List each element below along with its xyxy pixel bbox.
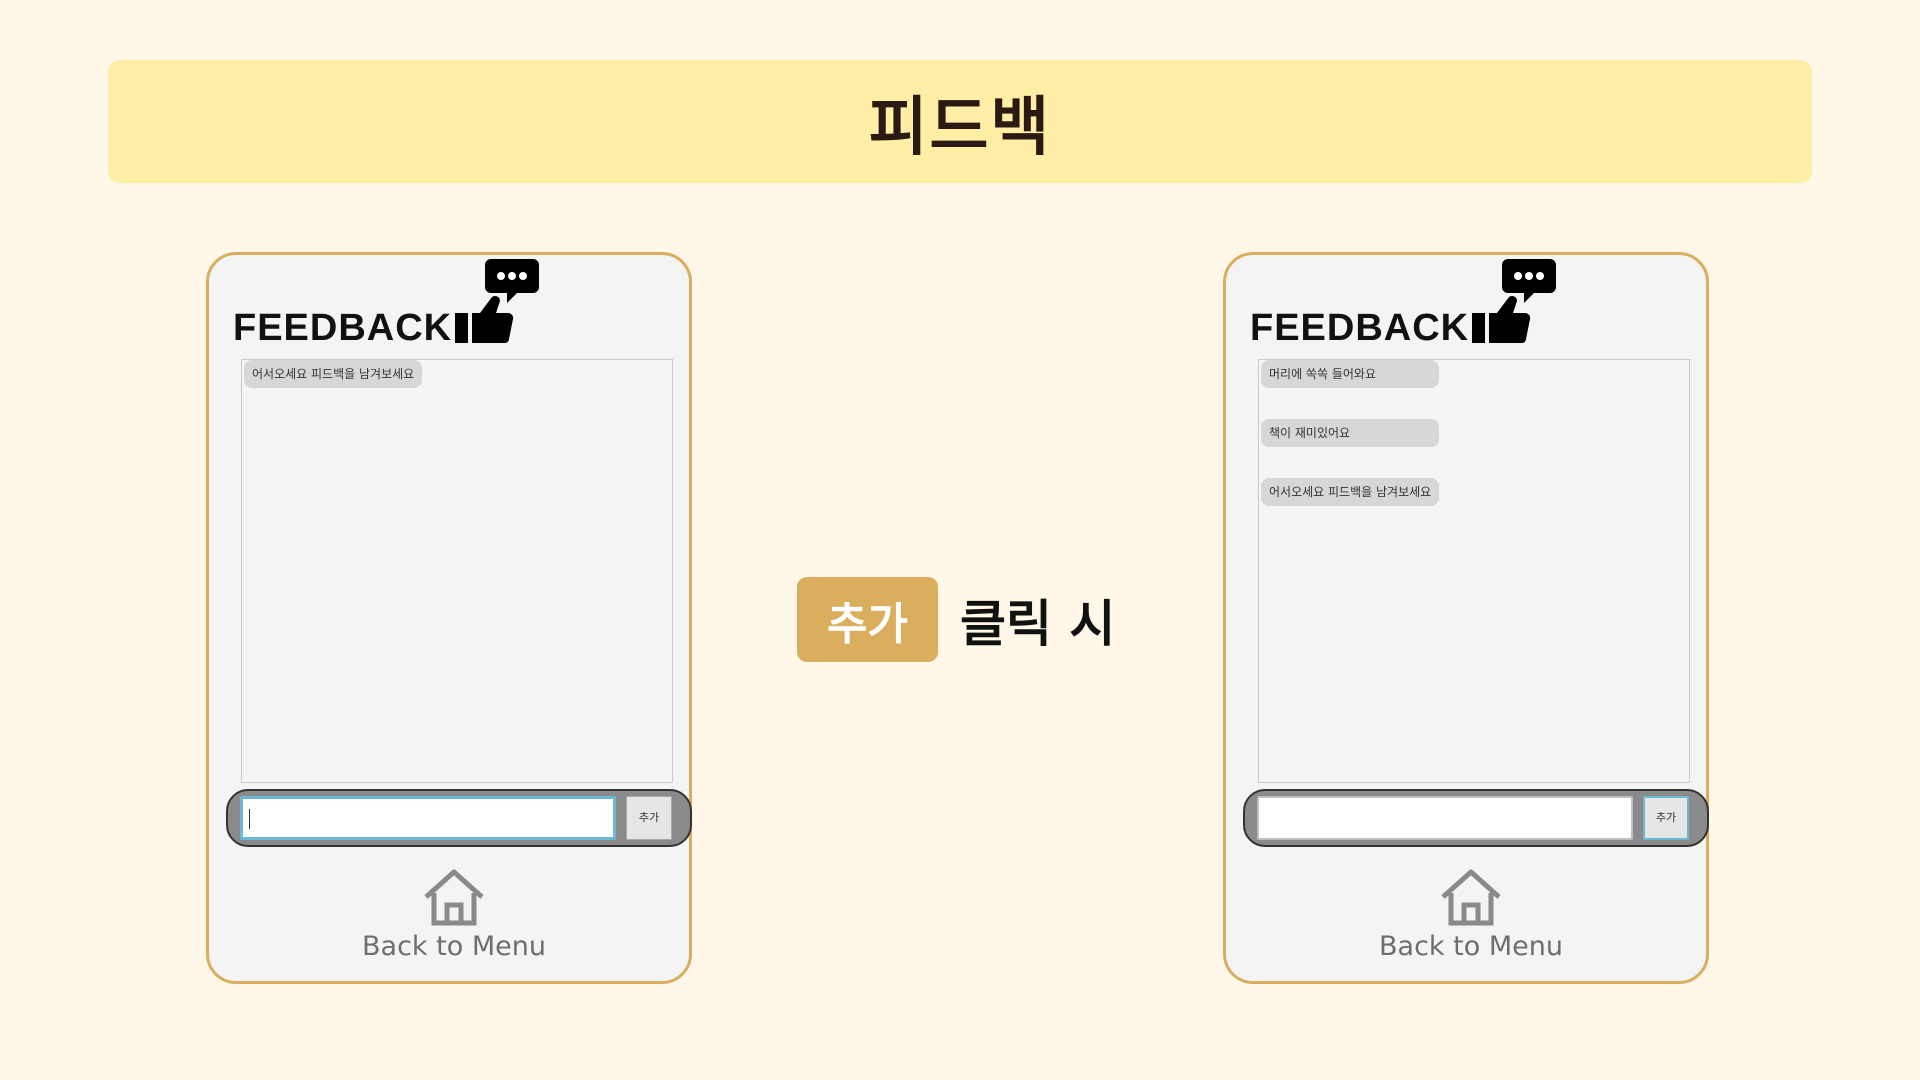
message-bubble: 책이 재미있어요 [1261, 419, 1439, 447]
page-title: 피드백 [868, 90, 1052, 165]
feedback-header: FEEDBACK [1250, 255, 1580, 355]
feedback-header: FEEDBACK [233, 255, 563, 355]
feedback-screen-after: FEEDBACK 머리에 쏙쏙 들어와요 책이 재미있어요 어서오세요 피드백을… [1223, 252, 1709, 984]
home-icon [1441, 869, 1501, 926]
back-to-menu-button[interactable]: Back to Menu [339, 867, 569, 967]
add-button-illustration: 추가 [797, 577, 938, 662]
transition-note: 추가 클릭 시 [797, 577, 1115, 662]
back-to-menu-label: Back to Menu [362, 931, 546, 962]
add-button[interactable]: 추가 [1643, 796, 1689, 840]
transition-caption: 클릭 시 [960, 594, 1116, 653]
text-caret [249, 809, 250, 829]
message-bubble: 어서오세요 피드백을 남겨보세요 [244, 360, 422, 388]
input-bar: 추가 [226, 789, 692, 847]
message-list: 머리에 쏙쏙 들어와요 책이 재미있어요 어서오세요 피드백을 남겨보세요 [1258, 359, 1690, 783]
feedback-input[interactable] [240, 796, 616, 840]
feedback-title: FEEDBACK [233, 307, 453, 349]
feedback-input[interactable] [1257, 796, 1633, 840]
feedback-screen-before: FEEDBACK 어서오세요 피드백을 남겨보세요 추가 Back to Men… [206, 252, 692, 984]
home-icon [424, 869, 484, 926]
input-bar: 추가 [1243, 789, 1709, 847]
speech-bubble-thumbs-up-icon [455, 259, 539, 343]
speech-bubble-thumbs-up-icon [1472, 259, 1556, 343]
back-to-menu-label: Back to Menu [1379, 931, 1563, 962]
message-list: 어서오세요 피드백을 남겨보세요 [241, 359, 673, 783]
feedback-title: FEEDBACK [1250, 307, 1470, 349]
add-button[interactable]: 추가 [626, 796, 672, 840]
title-banner: 피드백 [108, 60, 1812, 183]
back-to-menu-button[interactable]: Back to Menu [1356, 867, 1586, 967]
message-bubble: 어서오세요 피드백을 남겨보세요 [1261, 478, 1439, 506]
message-bubble: 머리에 쏙쏙 들어와요 [1261, 360, 1439, 388]
